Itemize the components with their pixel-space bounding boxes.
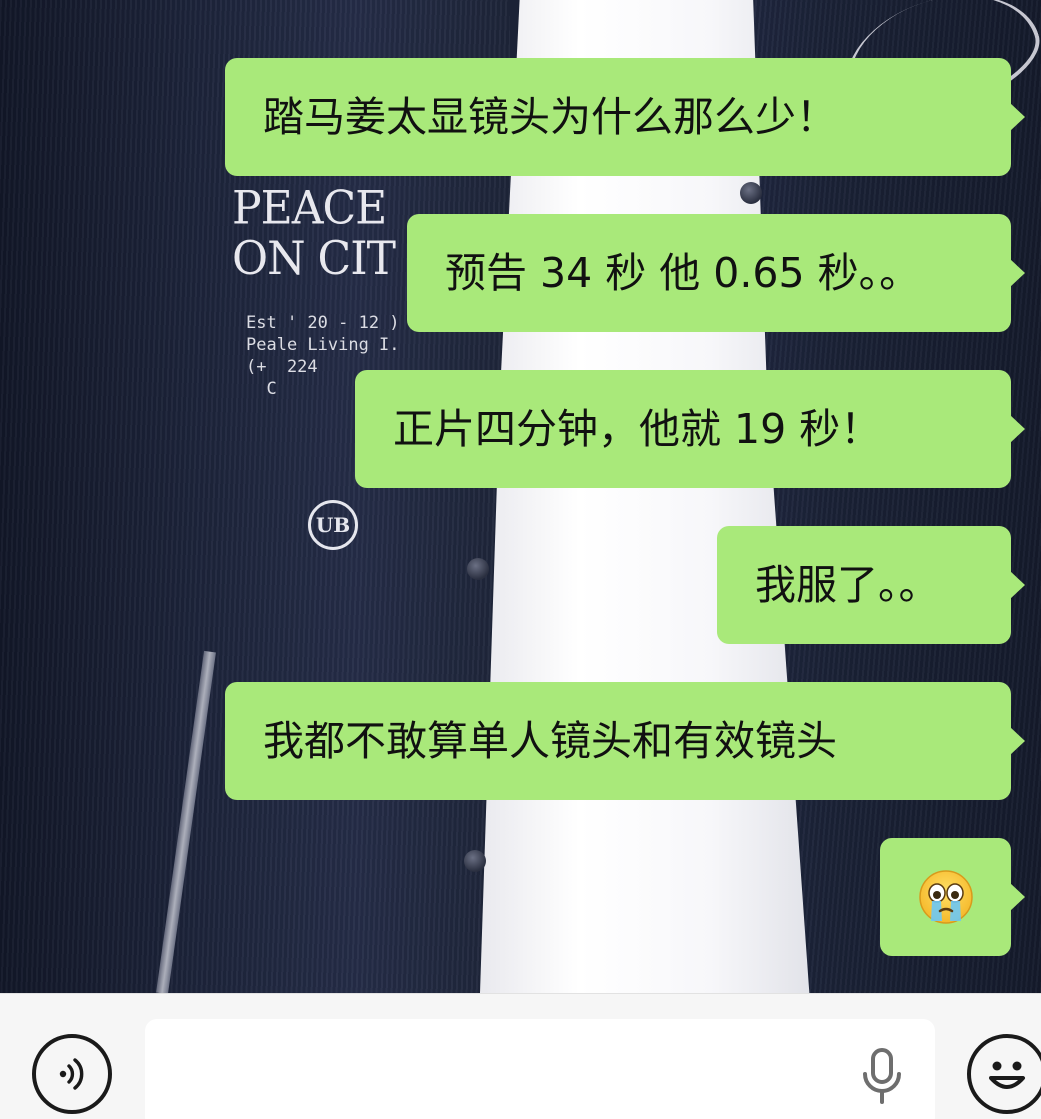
chat-input-bar <box>0 993 1041 1119</box>
microphone-icon[interactable] <box>858 1046 906 1106</box>
message-bubble[interactable]: 我服了。。 <box>717 526 1025 644</box>
message-text: 我服了。。 <box>755 561 940 609</box>
message-input[interactable] <box>145 1019 935 1119</box>
voice-input-button[interactable] <box>32 1034 112 1114</box>
message-text: 踏马姜太显镜头为什么那么少！ <box>263 93 837 141</box>
message-bubble[interactable]: 我都不敢算单人镜头和有效镜头 <box>225 682 1025 800</box>
message-bubble[interactable]: 预告 34 秒 他 0.65 秒。。 <box>407 214 1025 332</box>
emoji-icon <box>989 1061 1025 1089</box>
crying-face-icon <box>918 870 973 924</box>
emoji-button[interactable] <box>967 1034 1041 1114</box>
voice-icon <box>59 1058 84 1090</box>
message-text: 我都不敢算单人镜头和有效镜头 <box>263 717 837 765</box>
message-bubble[interactable]: 正片四分钟，他就 19 秒！ <box>355 370 1025 488</box>
message-list[interactable]: 踏马姜太显镜头为什么那么少！ 预告 34 秒 他 0.65 秒。。 正片四分钟，… <box>0 0 1041 993</box>
message-bubble-emoji[interactable] <box>880 838 1025 956</box>
message-text: 正片四分钟，他就 19 秒！ <box>393 405 882 453</box>
message-bubble[interactable]: 踏马姜太显镜头为什么那么少！ <box>225 58 1025 176</box>
message-text: 预告 34 秒 他 0.65 秒。。 <box>445 249 921 297</box>
